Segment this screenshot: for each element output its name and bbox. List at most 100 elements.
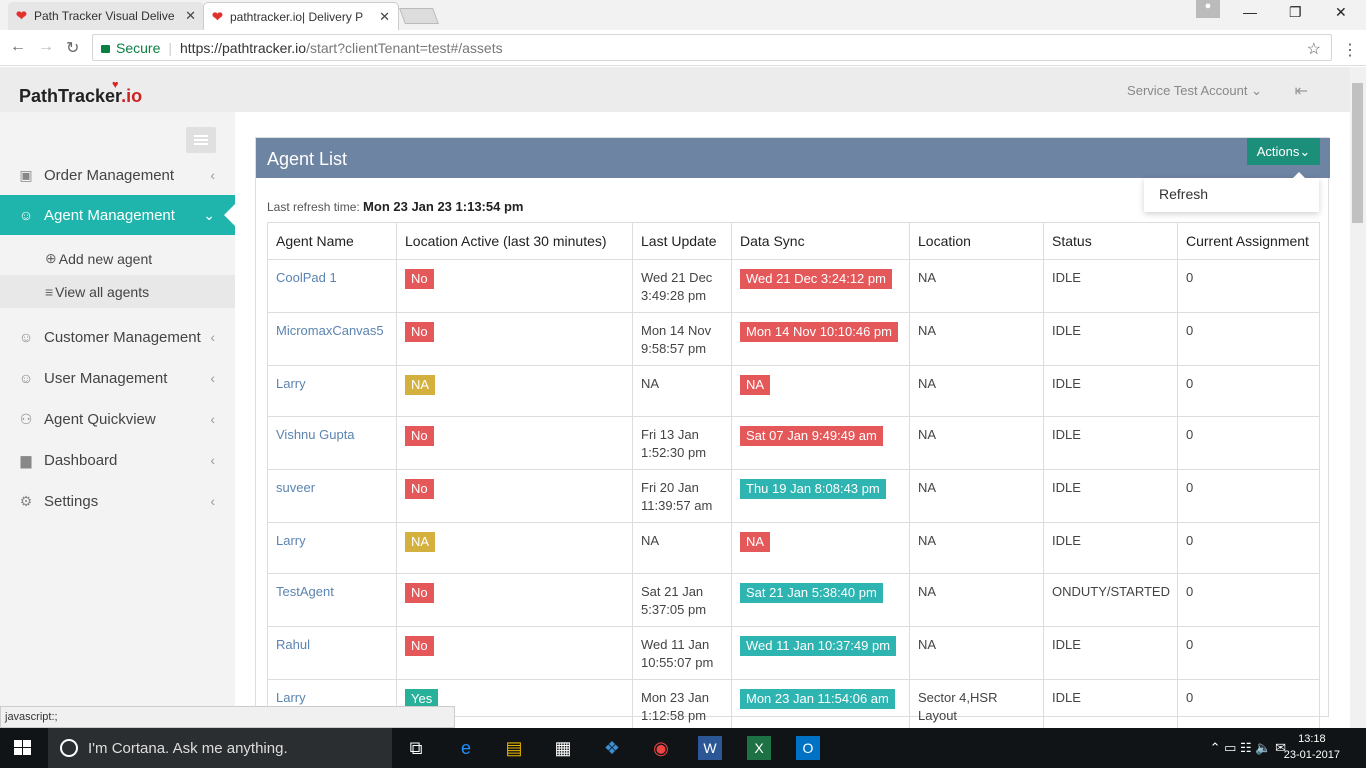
agent-link[interactable]: Larry [276,376,306,391]
cell-location-active: No [396,259,633,313]
sidebar-item-dashboard[interactable]: ▆ Dashboard ‹ [0,440,235,480]
cell-current-assignment: 0 [1177,259,1320,313]
scrollbar-thumb[interactable] [1352,83,1363,223]
cell-last-update: Mon 23 Jan 1:12:58 pm [632,679,732,733]
data-sync-badge: NA [740,375,771,395]
cell-last-update: NA [632,365,732,417]
browser-menu-icon[interactable]: ⋮ [1342,40,1358,60]
cell-current-assignment: 0 [1177,626,1320,680]
cell-location-active: No [396,573,633,627]
chrome-icon[interactable]: ◉ [649,736,673,760]
account-menu[interactable]: Service Test Account ⌄ [1127,83,1262,99]
forward-icon[interactable]: → [38,38,54,56]
bike-icon: ⚇ [19,410,33,427]
reload-icon[interactable]: ↻ [66,38,79,58]
user-icon: ☺ [18,370,34,386]
sidebar-item-settings[interactable]: ⚙ Settings ‹ [0,481,235,521]
agent-link[interactable]: CoolPad 1 [276,270,337,285]
cell-last-update: Mon 14 Nov 9:58:57 pm [632,312,732,366]
cell-data-sync: Thu 19 Jan 8:08:43 pm [731,469,910,523]
edge-icon[interactable]: e [454,736,478,760]
task-view-icon[interactable]: ⧉ [404,736,428,760]
table-row: MicromaxCanvas5 No Mon 14 Nov 9:58:57 pm Mon… [267,312,1320,366]
logout-icon[interactable]: ⇤ [1295,81,1308,101]
cell-status: ONDUTY/STARTED [1043,573,1178,627]
sidebar-item-user-management[interactable]: ☺ User Management ‹ [0,358,235,398]
file-explorer-icon[interactable]: ▤ [502,736,526,760]
cell-location-active: No [396,312,633,366]
agent-link[interactable]: Rahul [276,637,310,652]
chevron-left-icon: ‹ [210,329,215,345]
cell-location-active: No [396,469,633,523]
sidebar-subitem-add-agent[interactable]: ⊕ Add new agent [0,242,235,275]
close-window-icon[interactable]: ✕ [1335,4,1347,21]
windows-start-icon[interactable] [14,740,32,756]
sidebar-item-customer-management[interactable]: ☺ Customer Management ‹ [0,317,235,357]
cell-location-active: No [396,416,633,470]
col-agent-name[interactable]: Agent Name [267,222,397,260]
col-location-active[interactable]: Location Active (last 30 minutes) [396,222,633,260]
menu-toggle-icon[interactable] [186,127,216,153]
close-tab-icon[interactable]: ✕ [185,8,196,24]
location-active-badge: NA [405,375,436,395]
agent-link[interactable]: MicromaxCanvas5 [276,323,384,338]
outlook-icon[interactable]: O [796,736,820,760]
location-active-badge: No [405,636,434,656]
agent-link[interactable]: TestAgent [276,584,334,599]
col-data-sync[interactable]: Data Sync [731,222,910,260]
restore-icon[interactable]: ❐ [1289,4,1302,21]
cell-location-active: No [396,626,633,680]
store-icon[interactable]: ▦ [551,736,575,760]
excel-icon[interactable]: X [747,736,771,760]
table-row: suveer No Fri 20 Jan 11:39:57 am Thu 19 Jan … [267,469,1320,523]
sidebar-item-order-management[interactable]: ▣ Order Management ‹ [0,155,235,195]
cell-location: NA [909,469,1044,523]
col-status[interactable]: Status [1043,222,1178,260]
data-sync-badge: NA [740,532,771,552]
data-sync-badge: Wed 21 Dec 3:24:12 pm [740,269,892,289]
cortana-search[interactable]: I'm Cortana. Ask me anything. [48,728,392,768]
bookmark-star-icon[interactable]: ☆ [1307,39,1321,59]
new-tab-button[interactable] [399,8,439,24]
word-icon[interactable]: W [698,736,722,760]
data-sync-badge: Sat 07 Jan 9:49:49 am [740,426,883,446]
agent-link[interactable]: suveer [276,480,315,495]
col-location[interactable]: Location [909,222,1044,260]
cell-current-assignment: 0 [1177,312,1320,366]
sidebar-item-agent-management[interactable]: ☺ Agent Management ⌄ [0,195,236,235]
cell-status: IDLE [1043,416,1178,470]
cell-location: NA [909,259,1044,313]
url-bar[interactable]: Secure | https://pathtracker.io/start?cl… [92,34,1332,61]
page-scrollbar[interactable] [1350,67,1366,728]
cell-agent-name: suveer [267,469,397,523]
agent-table: Agent Name Location Active (last 30 minu… [267,222,1320,733]
sidebar-subitem-view-agents[interactable]: ≡ View all agents [0,275,235,308]
minimize-icon[interactable]: — [1243,4,1257,20]
browser-tab-1[interactable]: ❤ Path Tracker Visual Delive ✕ [8,2,204,30]
cell-status: IDLE [1043,365,1178,417]
profile-icon[interactable]: ● [1196,0,1220,18]
clock[interactable]: 13:18 23-01-2017 [1284,731,1340,763]
agent-link[interactable]: Larry [276,690,306,705]
col-current-assignment[interactable]: Current Assignment [1177,222,1320,260]
sidebar-item-agent-quickview[interactable]: ⚇ Agent Quickview ‹ [0,399,235,439]
col-last-update[interactable]: Last Update [632,222,732,260]
pathtracker-favicon-icon: ❤ [16,8,27,23]
table-row: Rahul No Wed 11 Jan 10:55:07 pm Wed 11 Jan 1… [267,626,1320,680]
cell-data-sync: Mon 23 Jan 11:54:06 am [731,679,910,733]
close-tab-icon[interactable]: ✕ [379,9,390,25]
table-row: TestAgent No Sat 21 Jan 5:37:05 pm Sat 21 Ja… [267,573,1320,627]
back-icon[interactable]: ← [10,38,26,56]
browser-tab-2[interactable]: ❤ pathtracker.io| Delivery P ✕ [203,2,399,30]
cell-last-update: NA [632,522,732,574]
user-icon: ☺ [18,207,34,223]
dropbox-icon[interactable]: ❖ [600,736,624,760]
cell-location: NA [909,626,1044,680]
system-tray[interactable]: ⌃ ▭ ☷ 🔈 ✉ [1210,740,1286,756]
agent-link[interactable]: Vishnu Gupta [276,427,355,442]
agent-link[interactable]: Larry [276,533,306,548]
cell-agent-name: Larry [267,522,397,574]
brand-logo[interactable]: PathTracker.io ♥ [19,79,142,107]
refresh-menu-item[interactable]: Refresh [1159,186,1208,202]
actions-button[interactable]: Actions ⌄ [1247,138,1320,165]
